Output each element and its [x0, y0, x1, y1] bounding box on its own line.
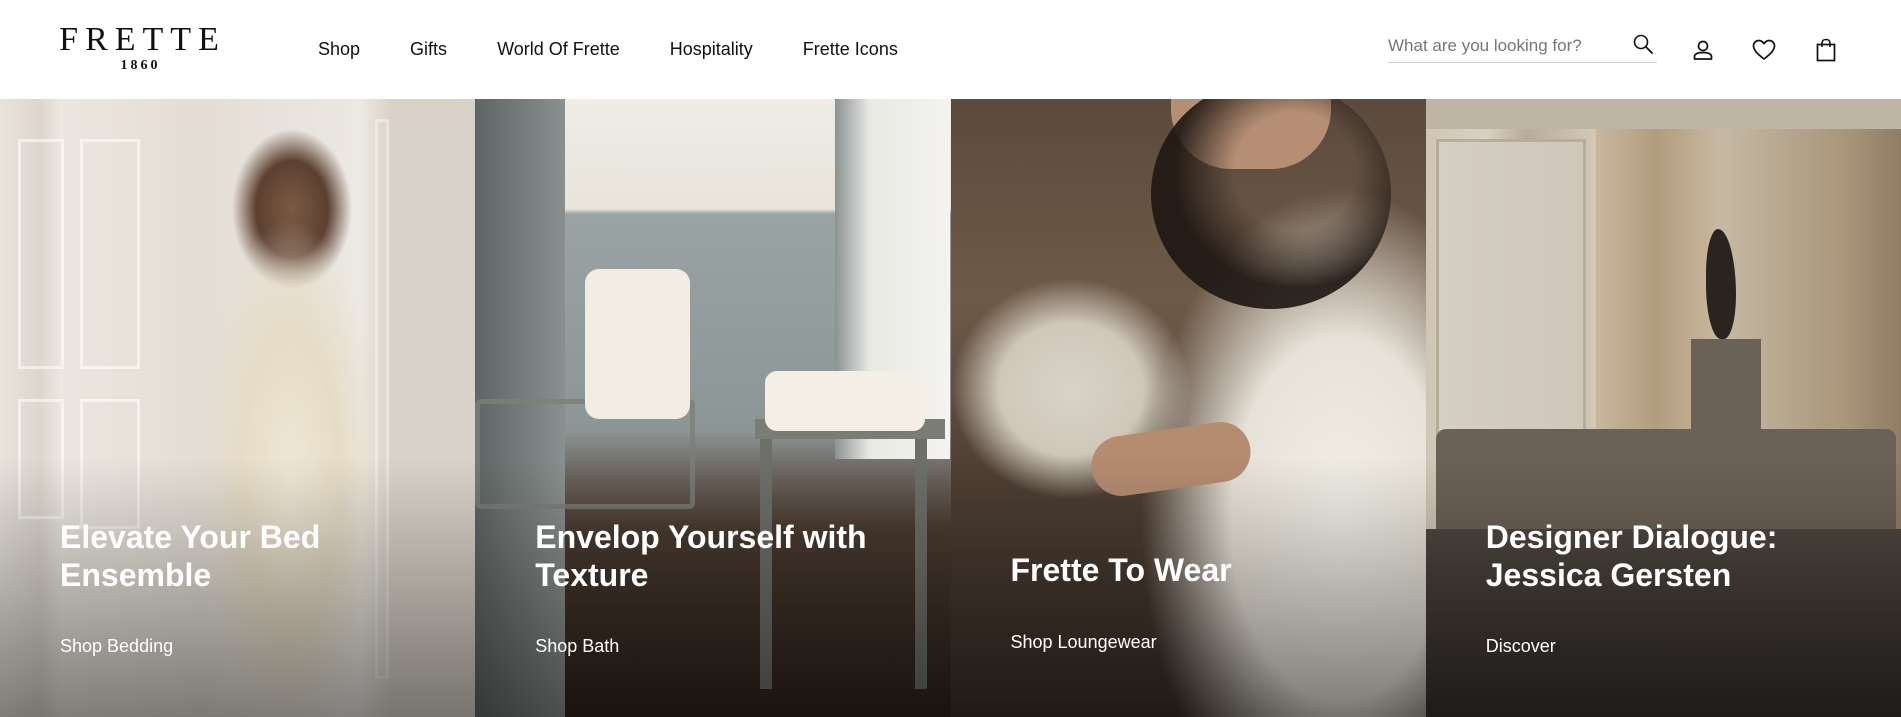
account-icon[interactable] — [1690, 37, 1716, 63]
site-header: FRETTE 1860 Shop Gifts World Of Frette H… — [0, 0, 1901, 99]
tile-title: Designer Dialogue: Jessica Gersten — [1485, 519, 1778, 593]
nav-item-frette-icons[interactable]: Frette Icons — [803, 39, 898, 60]
tile-loungewear[interactable]: Frette To Wear Shop Loungewear — [950, 99, 1426, 717]
heart-icon[interactable] — [1751, 37, 1777, 63]
search-icon[interactable] — [1631, 32, 1655, 56]
brand-name: FRETTE — [59, 21, 226, 58]
search-bar — [1388, 30, 1657, 63]
brand-year: 1860 — [120, 58, 161, 73]
shop-bath-link[interactable]: Shop Bath — [535, 636, 619, 657]
search-input[interactable] — [1388, 32, 1618, 60]
promo-tiles: Elevate Your Bed Ensemble Shop Bedding E… — [0, 99, 1901, 717]
nav-item-world-of-frette[interactable]: World Of Frette — [497, 39, 620, 60]
nav-item-gifts[interactable]: Gifts — [410, 39, 447, 60]
brand-logo[interactable]: FRETTE 1860 — [59, 22, 219, 76]
shop-bedding-link[interactable]: Shop Bedding — [60, 636, 173, 657]
tile-title: Envelop Yourself with Texture — [535, 519, 867, 593]
shop-loungewear-link[interactable]: Shop Loungewear — [1011, 632, 1157, 653]
tile-bath[interactable]: Envelop Yourself with Texture Shop Bath — [475, 99, 951, 717]
tile-title: Elevate Your Bed Ensemble — [60, 519, 321, 593]
main-nav: Shop Gifts World Of Frette Hospitality F… — [318, 0, 948, 99]
tile-bedding[interactable]: Elevate Your Bed Ensemble Shop Bedding — [0, 99, 476, 717]
nav-item-hospitality[interactable]: Hospitality — [670, 39, 753, 60]
nav-item-shop[interactable]: Shop — [318, 39, 360, 60]
shopping-bag-icon[interactable] — [1813, 37, 1839, 63]
tile-title: Frette To Wear — [1010, 552, 1232, 588]
tile-interior[interactable]: Designer Dialogue: Jessica Gersten Disco… — [1425, 99, 1901, 717]
discover-link[interactable]: Discover — [1486, 636, 1556, 657]
